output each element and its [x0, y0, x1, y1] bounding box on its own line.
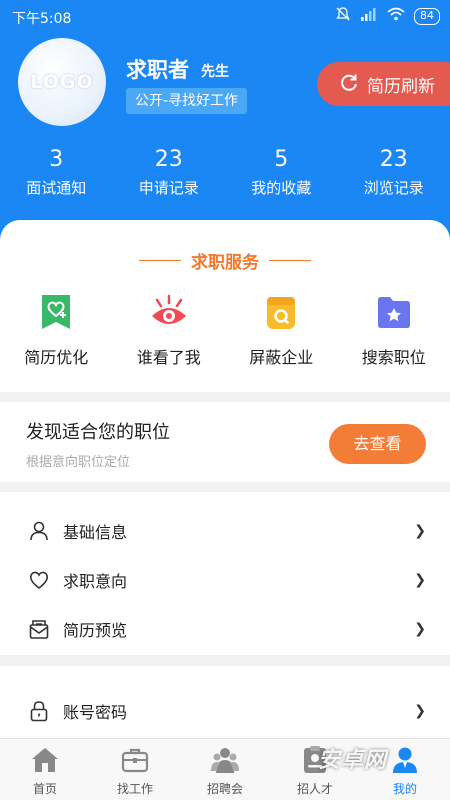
- refresh-icon: [339, 72, 359, 97]
- stat-favorites[interactable]: 5 我的收藏: [225, 145, 338, 200]
- home-icon: [30, 745, 60, 775]
- lock-icon: [28, 700, 50, 722]
- tab-home[interactable]: 首页: [0, 739, 90, 800]
- stat-label: 我的收藏: [251, 179, 312, 197]
- stat-label: 申请记录: [138, 179, 199, 197]
- stat-applications[interactable]: 23 申请记录: [113, 145, 226, 200]
- tab-label: 我的: [392, 782, 417, 796]
- group-icon: [210, 745, 240, 775]
- briefcase-icon: [120, 745, 150, 775]
- stats-row: 3 面试通知 23 申请记录 5 我的收藏 23 浏览记录: [0, 145, 450, 200]
- tab-label: 招人才: [296, 782, 333, 796]
- resume-heart-icon: [36, 292, 76, 332]
- tab-find-job[interactable]: 找工作: [90, 739, 180, 800]
- watermark: 安卓网: [318, 748, 388, 773]
- service-label: 屏蔽企业: [249, 348, 314, 367]
- settings-menu: 基础信息 ❯ 求职意向 ❯ 简历预览 ❯: [0, 492, 450, 655]
- menu-item-basic-info[interactable]: 基础信息 ❯: [0, 506, 450, 555]
- services-title: 求职服务: [191, 253, 259, 273]
- avatar[interactable]: LOGO: [18, 38, 106, 126]
- stat-value: 23: [379, 147, 408, 172]
- shield-block-icon: [261, 292, 301, 332]
- stat-history[interactable]: 23 浏览记录: [338, 145, 450, 200]
- tab-label: 找工作: [116, 782, 153, 796]
- service-label: 谁看了我: [136, 348, 201, 367]
- folder-star-icon: [374, 292, 414, 332]
- stat-value: 5: [274, 147, 289, 172]
- menu-item-resume-preview[interactable]: 简历预览 ❯: [0, 604, 450, 653]
- chevron-right-icon: ❯: [414, 702, 426, 719]
- account-menu: 账号密码 ❯: [0, 666, 450, 738]
- chevron-right-icon: ❯: [414, 571, 426, 588]
- tab-job-fair[interactable]: 招聘会: [180, 739, 270, 800]
- service-who-viewed[interactable]: 谁看了我: [113, 292, 226, 368]
- divider: [269, 259, 311, 262]
- services-heading: 求职服务: [0, 248, 450, 273]
- tab-label: 招聘会: [206, 782, 243, 796]
- eye-icon: [149, 292, 189, 332]
- service-label: 搜索职位: [361, 348, 426, 367]
- view-jobs-button[interactable]: 去查看: [329, 424, 426, 464]
- profile-header: 下午5:08 84 LOGO 求职者 先生 公开-寻找好工作 简历刷新 3 面试…: [0, 0, 450, 245]
- discover-subtitle: 根据意向职位定位: [26, 455, 131, 470]
- envelope-icon: [28, 618, 50, 640]
- divider: [139, 259, 181, 262]
- discover-title: 发现适合您的职位: [26, 422, 170, 443]
- service-label: 简历优化: [24, 348, 89, 367]
- stat-interviews[interactable]: 3 面试通知: [0, 145, 113, 200]
- mute-icon: [335, 6, 351, 26]
- stat-label: 浏览记录: [363, 179, 424, 197]
- battery-indicator: 84: [414, 7, 440, 25]
- menu-label: 账号密码: [63, 702, 128, 722]
- stat-value: 3: [49, 147, 64, 172]
- menu-label: 求职意向: [63, 571, 128, 591]
- signal-icon: [360, 7, 378, 25]
- discover-jobs-banner: 发现适合您的职位 根据意向职位定位 去查看: [0, 402, 450, 482]
- service-search-jobs[interactable]: 搜索职位: [338, 292, 450, 368]
- menu-label: 基础信息: [63, 522, 128, 542]
- user-title: 先生: [201, 64, 229, 80]
- profile-icon: [390, 745, 420, 775]
- user-name: 求职者: [126, 58, 189, 82]
- stat-value: 23: [154, 147, 183, 172]
- menu-item-account-password[interactable]: 账号密码 ❯: [0, 686, 450, 735]
- chevron-right-icon: ❯: [414, 522, 426, 539]
- stat-label: 面试通知: [26, 179, 87, 197]
- menu-label: 简历预览: [63, 620, 128, 640]
- tab-label: 首页: [32, 782, 57, 796]
- service-resume-optimize[interactable]: 简历优化: [0, 292, 113, 368]
- status-bar: 下午5:08 84: [0, 0, 450, 34]
- job-status-badge[interactable]: 公开-寻找好工作: [126, 88, 248, 114]
- refresh-label: 简历刷新: [367, 76, 435, 97]
- chevron-right-icon: ❯: [414, 620, 426, 637]
- user-icon: [28, 520, 50, 542]
- status-time: 下午5:08: [12, 11, 72, 27]
- job-services-card: 求职服务 简历优化 谁看了我 屏蔽企业 搜索职位: [0, 220, 450, 392]
- service-block-company[interactable]: 屏蔽企业: [225, 292, 338, 368]
- wifi-icon: [387, 7, 405, 25]
- menu-item-job-intention[interactable]: 求职意向 ❯: [0, 555, 450, 604]
- resume-refresh-button[interactable]: 简历刷新: [317, 62, 450, 106]
- heart-icon: [28, 569, 50, 591]
